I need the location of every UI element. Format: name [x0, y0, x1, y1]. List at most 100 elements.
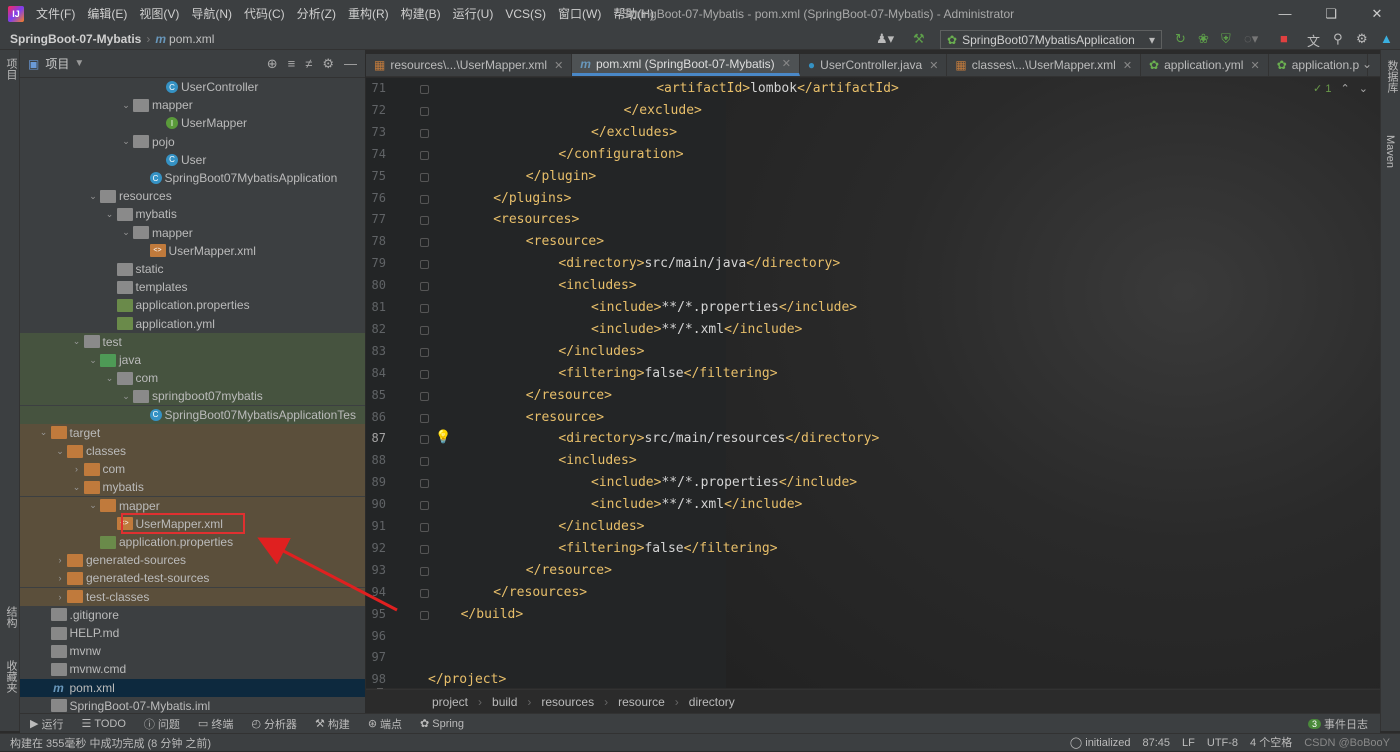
editor-breadcrumb-item[interactable]: directory: [689, 695, 735, 709]
tree-item[interactable]: C UserController: [20, 78, 365, 96]
code-line[interactable]: </includes>: [558, 519, 644, 534]
tree-item[interactable]: › generated-sources: [20, 551, 365, 570]
code-line[interactable]: <filtering>false</filtering>: [558, 541, 777, 556]
structure-tool-tab[interactable]: 结构: [3, 606, 19, 628]
menu-item[interactable]: 运行(U): [447, 0, 500, 28]
maven-tool-tab[interactable]: Maven: [1384, 135, 1396, 168]
status-message[interactable]: 构建在 355毫秒 中成功完成 (8 分钟 之前): [10, 735, 211, 751]
fold-marker-icon[interactable]: [420, 128, 429, 138]
expand-arrow-icon[interactable]: ⌄: [119, 100, 133, 111]
editor-breadcrumb-item[interactable]: project: [432, 695, 468, 709]
chevron-up-icon[interactable]: ⌃: [1341, 83, 1350, 95]
database-tool-tab[interactable]: 数据库: [1384, 60, 1400, 93]
tree-item[interactable]: ⌄ com: [20, 369, 365, 388]
expand-arrow-icon[interactable]: ⌄: [103, 209, 117, 220]
code-line[interactable]: </resources>: [493, 585, 587, 600]
tree-item[interactable]: ⌄ mapper: [20, 224, 365, 242]
event-log-button[interactable]: 3 事件日志: [1307, 716, 1368, 732]
expand-arrow-icon[interactable]: ›: [53, 555, 67, 565]
expand-arrow-icon[interactable]: ⌄: [119, 391, 133, 402]
breadcrumb-project[interactable]: SpringBoot-07-Mybatis: [10, 32, 141, 46]
tree-item[interactable]: <> UserMapper.xml: [20, 242, 365, 260]
tree-item[interactable]: ⌄ mybatis: [20, 478, 365, 497]
code-line[interactable]: <includes>: [558, 453, 636, 468]
fold-marker-icon[interactable]: [420, 588, 429, 598]
close-tab-icon[interactable]: ✕: [554, 59, 563, 72]
expand-arrow-icon[interactable]: ›: [53, 592, 67, 602]
indexing-status[interactable]: ◯ initialized: [1070, 734, 1131, 752]
tool-window-profiler[interactable]: ◴ 分析器: [251, 716, 297, 732]
gear-icon[interactable]: ⚙: [322, 56, 334, 72]
menu-item[interactable]: 视图(V): [133, 0, 185, 28]
code-line[interactable]: <resource>: [526, 234, 604, 249]
lightbulb-icon[interactable]: 💡: [435, 429, 451, 445]
tree-item[interactable]: application.yml: [20, 315, 365, 333]
fold-marker-icon[interactable]: [420, 172, 429, 182]
fold-marker-icon[interactable]: [420, 566, 429, 576]
tool-window-todo[interactable]: ☰ TODO: [81, 717, 125, 731]
code-line[interactable]: <artifactId>lombok</artifactId>: [656, 81, 899, 96]
tree-item[interactable]: › com: [20, 460, 365, 479]
fold-marker-icon[interactable]: [420, 479, 429, 489]
close-tab-icon[interactable]: ✕: [929, 59, 938, 72]
fold-marker-icon[interactable]: [420, 369, 429, 379]
expand-arrow-icon[interactable]: ⌄: [119, 136, 133, 147]
favorites-tool-tab[interactable]: 收藏夹: [3, 660, 19, 693]
menu-item[interactable]: 编辑(E): [81, 0, 133, 28]
menu-item[interactable]: VCS(S): [499, 0, 552, 28]
code-line[interactable]: </project>: [428, 672, 506, 687]
code-line[interactable]: <include>**/*.properties</include>: [591, 300, 857, 315]
menu-item[interactable]: 代码(C): [238, 0, 291, 28]
fold-marker-icon[interactable]: [420, 282, 429, 292]
locate-icon[interactable]: ⊕: [267, 56, 278, 72]
code-line[interactable]: <include>**/*.properties</include>: [591, 475, 857, 490]
code-line[interactable]: <resources>: [493, 212, 579, 227]
code-line[interactable]: </plugin>: [526, 169, 596, 184]
chevron-down-icon[interactable]: ⌄: [1359, 83, 1368, 95]
tree-item[interactable]: C SpringBoot07MybatisApplication: [20, 169, 365, 187]
tree-item[interactable]: ⌄ mapper: [20, 496, 365, 515]
search-icon[interactable]: ⚲: [1333, 31, 1343, 47]
tool-window-terminal[interactable]: ▭ 终端: [198, 716, 233, 732]
close-window-button[interactable]: ✕: [1354, 0, 1400, 28]
code-line[interactable]: </resource>: [526, 563, 612, 578]
code-line[interactable]: </exclude>: [624, 103, 702, 118]
tree-item[interactable]: ⌄ test: [20, 332, 365, 351]
expand-arrow-icon[interactable]: ⌄: [37, 427, 51, 438]
expand-arrow-icon[interactable]: ⌄: [70, 336, 84, 347]
menu-item[interactable]: 分析(Z): [291, 0, 342, 28]
fold-marker-icon[interactable]: [420, 216, 429, 226]
tree-item[interactable]: application.properties: [20, 533, 365, 551]
project-tool-tab[interactable]: 项目: [3, 58, 19, 80]
tool-window-spring[interactable]: ✿ Spring: [420, 717, 464, 731]
collapse-all-icon[interactable]: ≠: [305, 56, 312, 72]
expand-arrow-icon[interactable]: ⌄: [86, 355, 100, 366]
tree-item[interactable]: ⌄ java: [20, 351, 365, 369]
file-encoding[interactable]: UTF-8: [1207, 734, 1238, 752]
close-tab-icon[interactable]: ✕: [1250, 59, 1259, 72]
tree-item[interactable]: ⌄ pojo: [20, 133, 365, 151]
tabs-overflow-icon[interactable]: ⌄: [1362, 57, 1372, 71]
code-line[interactable]: <directory>src/main/java</directory>: [558, 256, 840, 271]
minimize-button[interactable]: —: [1262, 0, 1308, 28]
editor-breadcrumb-item[interactable]: resource: [618, 695, 665, 709]
menu-item[interactable]: 窗口(W): [552, 0, 607, 28]
line-separator[interactable]: LF: [1182, 734, 1195, 752]
fold-marker-icon[interactable]: [420, 194, 429, 204]
breadcrumb-file[interactable]: pom.xml: [169, 32, 214, 46]
editor-tab[interactable]: ✿ application.yml ✕: [1141, 54, 1269, 76]
expand-arrow-icon[interactable]: ⌄: [103, 373, 117, 384]
editor-tab[interactable]: ● UserController.java ✕: [800, 54, 948, 76]
close-tab-icon[interactable]: ✕: [782, 57, 791, 70]
translate-icon[interactable]: 文: [1307, 31, 1320, 50]
stop-icon[interactable]: ■: [1280, 31, 1288, 46]
fold-marker-icon[interactable]: [420, 347, 429, 357]
fold-marker-icon[interactable]: [420, 610, 429, 620]
tree-item[interactable]: ⌄ mybatis: [20, 205, 365, 223]
code-line[interactable]: </resource>: [526, 388, 612, 403]
expand-all-icon[interactable]: ≡: [288, 56, 296, 72]
tree-item[interactable]: static: [20, 260, 365, 278]
chevron-down-icon[interactable]: ▼: [74, 58, 84, 69]
tree-item[interactable]: ⌄ resources: [20, 187, 365, 205]
tree-item[interactable]: m pom.xml: [20, 678, 365, 697]
